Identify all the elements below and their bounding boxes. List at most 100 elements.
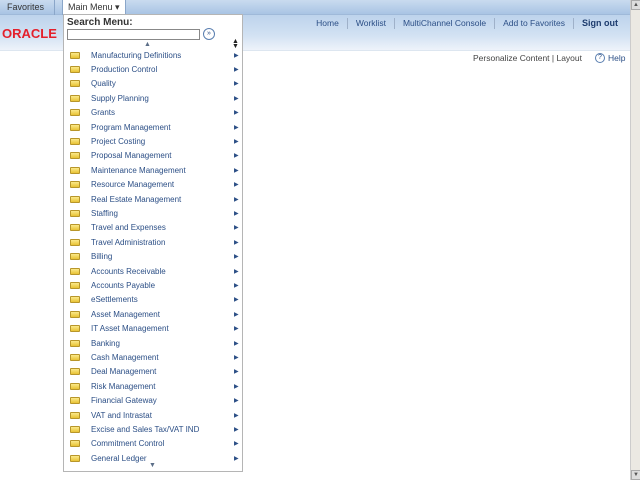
menu-item[interactable]: Billing ▶ <box>64 250 242 264</box>
main-menu-dropdown: Search Menu: » ▲ ▲ ▼ Manufacturing Defini… <box>63 14 243 472</box>
folder-icon <box>70 339 80 347</box>
menu-item[interactable]: Accounts Payable ▶ <box>64 278 242 292</box>
menu-item[interactable]: Resource Management ▶ <box>64 178 242 192</box>
chevron-right-icon: ▶ <box>234 441 239 448</box>
menu-item[interactable]: VAT and Intrastat ▶ <box>64 408 242 422</box>
chevron-right-icon: ▶ <box>234 268 239 275</box>
folder-icon <box>70 137 80 145</box>
folder-icon <box>70 195 80 203</box>
menu-item[interactable]: Maintenance Management ▶ <box>64 163 242 177</box>
chevron-right-icon: ▶ <box>234 354 239 361</box>
menu-item[interactable]: Banking ▶ <box>64 336 242 350</box>
menu-item[interactable]: Staffing ▶ <box>64 206 242 220</box>
chevron-right-icon: ▶ <box>234 66 239 73</box>
add-to-favorites-link[interactable]: Add to Favorites <box>494 17 573 29</box>
menu-item[interactable]: Risk Management ▶ <box>64 379 242 393</box>
header-nav: Home Worklist MultiChannel Console Add t… <box>308 17 626 29</box>
menu-item-label: Production Control <box>91 64 158 74</box>
menu-item[interactable]: Travel Administration ▶ <box>64 235 242 249</box>
folder-icon <box>70 94 80 102</box>
menu-item[interactable]: Project Costing ▶ <box>64 134 242 148</box>
scroll-up-arrow-icon[interactable]: ▲ <box>631 0 640 10</box>
menu-item-label: Financial Gateway <box>91 396 157 406</box>
menu-item[interactable]: Quality ▶ <box>64 77 242 91</box>
menu-item-label: Banking <box>91 338 120 348</box>
menu-item-label: Travel Administration <box>91 237 166 247</box>
chevron-right-icon: ▶ <box>234 153 239 160</box>
chevron-right-icon: ▶ <box>234 297 239 304</box>
folder-icon <box>70 267 80 275</box>
menu-item[interactable]: Asset Management ▶ <box>64 307 242 321</box>
top-menu-bar: Favorites ▾ Main Menu ▾ <box>0 0 630 26</box>
chevron-right-icon: ▶ <box>234 95 239 102</box>
menu-item-label: Quality <box>91 79 116 89</box>
menu-item[interactable]: Financial Gateway ▶ <box>64 394 242 408</box>
folder-icon <box>70 209 80 217</box>
menu-item-label: Resource Management <box>91 180 175 190</box>
sign-out-link[interactable]: Sign out <box>573 17 626 29</box>
folder-icon <box>70 325 80 333</box>
chevron-right-icon: ▶ <box>234 340 239 347</box>
chevron-right-icon: ▶ <box>234 110 239 117</box>
help-link[interactable]: ? Help <box>595 53 625 63</box>
menu-item-label: IT Asset Management <box>91 324 169 334</box>
menu-item-label: eSettlements <box>91 295 138 305</box>
menu-item-label: VAT and Intrastat <box>91 410 152 420</box>
folder-icon <box>70 454 80 462</box>
folder-icon <box>70 310 80 318</box>
chevron-right-icon: ▶ <box>234 124 239 131</box>
folder-icon <box>70 80 80 88</box>
menu-item[interactable]: eSettlements ▶ <box>64 293 242 307</box>
home-link[interactable]: Home <box>308 18 347 29</box>
search-menu-input[interactable] <box>67 29 200 40</box>
menu-item[interactable]: Program Management ▶ <box>64 120 242 134</box>
search-go-icon[interactable]: » <box>203 28 215 40</box>
chevron-right-icon: ▶ <box>234 412 239 419</box>
menu-item[interactable]: Real Estate Management ▶ <box>64 192 242 206</box>
menu-item[interactable]: Cash Management ▶ <box>64 350 242 364</box>
oracle-logo: ORACLE <box>2 26 57 41</box>
vertical-scrollbar[interactable]: ▲ ▼ <box>630 0 640 480</box>
menu-item[interactable]: Accounts Receivable ▶ <box>64 264 242 278</box>
menu-item-label: Commitment Control <box>91 439 165 449</box>
folder-icon <box>70 166 80 174</box>
menu-item[interactable]: Deal Management ▶ <box>64 365 242 379</box>
menu-item[interactable]: Grants ▶ <box>64 106 242 120</box>
menu-item-label: Staffing <box>91 208 118 218</box>
chevron-right-icon: ▶ <box>234 398 239 405</box>
scroll-up-icon[interactable]: ▲ <box>144 41 151 48</box>
multichannel-console-link[interactable]: MultiChannel Console <box>393 17 494 29</box>
folder-icon <box>70 224 80 232</box>
menu-item[interactable]: IT Asset Management ▶ <box>64 322 242 336</box>
chevron-right-icon: ▶ <box>234 167 239 174</box>
menu-item-label: Risk Management <box>91 381 156 391</box>
menu-item-label: General Ledger <box>91 453 147 463</box>
chevron-right-icon: ▶ <box>234 254 239 261</box>
menu-item[interactable]: Supply Planning ▶ <box>64 91 242 105</box>
chevron-right-icon: ▶ <box>234 182 239 189</box>
folder-icon <box>70 425 80 433</box>
menu-item-label: Maintenance Management <box>91 165 186 175</box>
main-menu[interactable]: Main Menu ▾ <box>62 0 126 15</box>
chevron-right-icon: ▶ <box>234 455 239 462</box>
folder-icon <box>70 51 80 59</box>
folder-icon <box>70 152 80 160</box>
folder-icon <box>70 181 80 189</box>
personalize-content-link[interactable]: Personalize Content | Layout <box>473 53 582 63</box>
menu-item[interactable]: Production Control ▶ <box>64 62 242 76</box>
favorites-menu[interactable]: Favorites ▾ <box>0 0 55 26</box>
menu-item-label: Grants <box>91 108 116 118</box>
menu-item[interactable]: Excise and Sales Tax/VAT IND ▶ <box>64 422 242 436</box>
menu-item[interactable]: Travel and Expenses ▶ <box>64 221 242 235</box>
worklist-link[interactable]: Worklist <box>346 17 394 29</box>
menu-item[interactable]: Proposal Management ▶ <box>64 149 242 163</box>
scroll-down-icon[interactable]: ▼ <box>149 462 156 469</box>
menu-item[interactable]: Commitment Control ▶ <box>64 437 242 451</box>
menu-item[interactable]: Manufacturing Definitions ▶ <box>64 48 242 62</box>
menu-item-label: Excise and Sales Tax/VAT IND <box>91 424 200 434</box>
chevron-right-icon: ▶ <box>234 138 239 145</box>
scroll-down-arrow-icon[interactable]: ▼ <box>631 470 640 480</box>
menu-item-label: Cash Management <box>91 352 159 362</box>
folder-icon <box>70 411 80 419</box>
menu-item-label: Proposal Management <box>91 151 172 161</box>
